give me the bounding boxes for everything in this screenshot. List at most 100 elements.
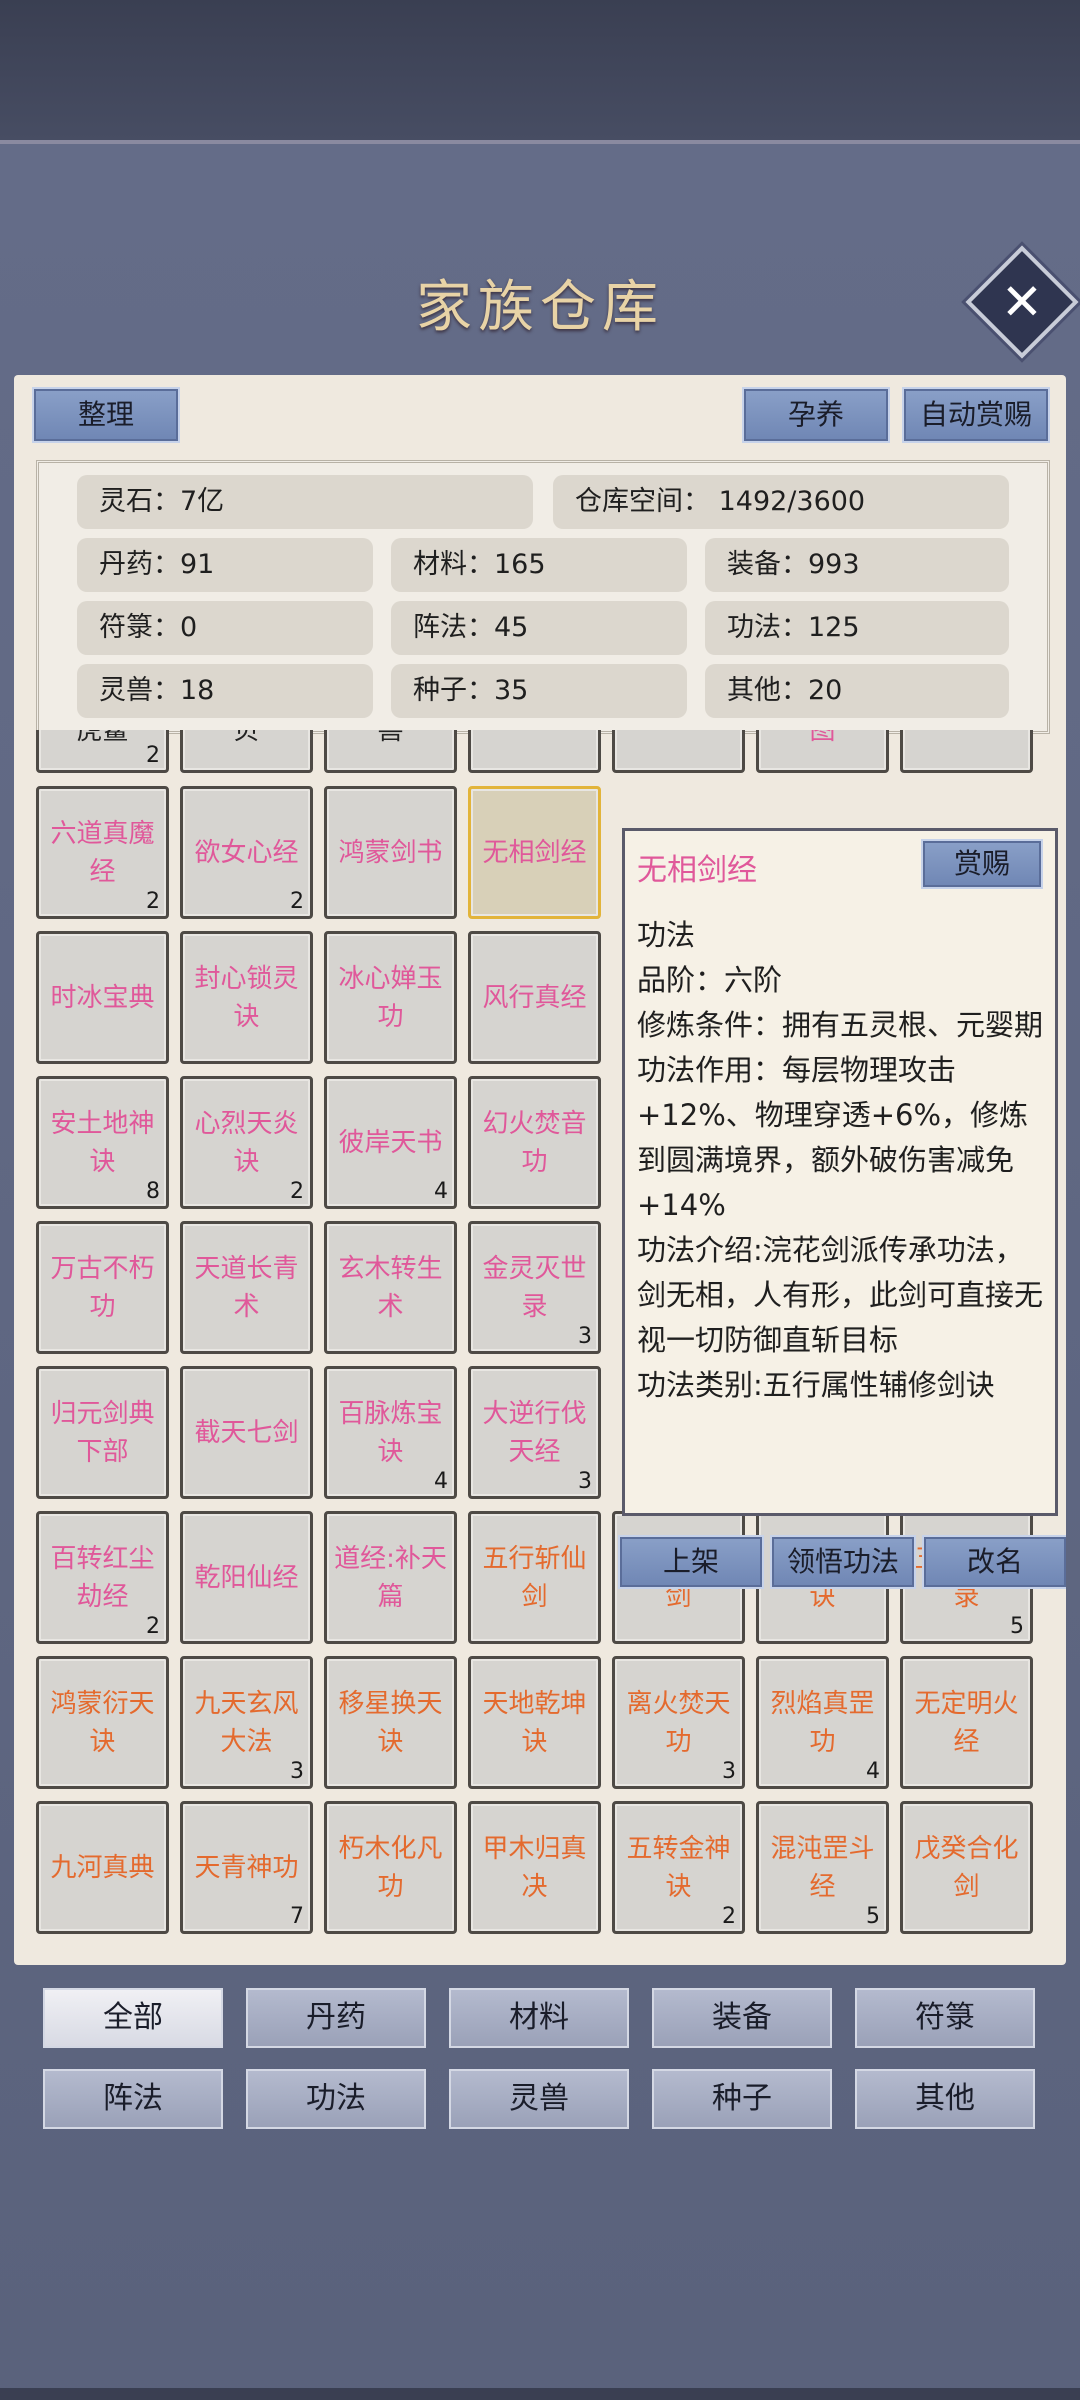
item-name: 冰心婵玉功 bbox=[338, 963, 443, 1032]
tab-7[interactable]: 灵兽 bbox=[449, 2069, 629, 2129]
item-count: 2 bbox=[722, 1904, 736, 1929]
item-name: 离火焚天功 bbox=[626, 1688, 731, 1757]
item-name: 鸿蒙剑书 bbox=[338, 837, 443, 868]
tab-0[interactable]: 全部 bbox=[43, 1988, 223, 2048]
close-icon: ✕ bbox=[1001, 273, 1043, 331]
item-slot[interactable]: 大逆行伐天经 3 bbox=[468, 1366, 601, 1499]
item-slot[interactable]: 归元剑典下部 bbox=[36, 1366, 169, 1499]
item-slot[interactable]: 虎鲨 2 bbox=[36, 730, 169, 773]
item-name: 鸿蒙衍天诀 bbox=[50, 1688, 155, 1757]
stat-beasts: 灵兽：18 bbox=[77, 664, 373, 718]
item-slot[interactable]: 风行真经 bbox=[468, 931, 601, 1064]
item-slot[interactable]: 贝 bbox=[180, 730, 313, 773]
shelve-button[interactable]: 上架 bbox=[618, 1535, 764, 1589]
item-count: 4 bbox=[866, 1759, 880, 1784]
reward-button[interactable]: 赏赐 bbox=[921, 839, 1043, 889]
item-slot[interactable]: 道经:补天篇 bbox=[324, 1511, 457, 1644]
item-slot[interactable]: 五行斩仙剑 bbox=[468, 1511, 601, 1644]
item-slot[interactable] bbox=[612, 730, 745, 773]
item-name: 截天七剑 bbox=[194, 1417, 299, 1448]
item-slot[interactable]: 无相剑经 bbox=[468, 786, 601, 919]
item-slot[interactable]: 鸿蒙衍天诀 bbox=[36, 1656, 169, 1789]
item-slot[interactable]: 时冰宝典 bbox=[36, 931, 169, 1064]
item-slot[interactable]: 冰心婵玉功 bbox=[324, 931, 457, 1064]
auto-reward-button[interactable]: 自动赏赐 bbox=[902, 387, 1050, 443]
item-slot[interactable]: 心烈天炎诀 2 bbox=[180, 1076, 313, 1209]
item-name: 幻火焚音功 bbox=[482, 1108, 587, 1177]
item-slot[interactable]: 混沌罡斗经 5 bbox=[756, 1801, 889, 1934]
item-name: 道经:补天篇 bbox=[334, 1543, 447, 1612]
item-count: 2 bbox=[146, 1614, 160, 1639]
warehouse-panel: 整理 孕养 自动赏赐 灵石：7亿 仓库空间： 1492/3600 丹药：91 材… bbox=[14, 375, 1066, 1965]
item-slot[interactable]: 六道真魔经 2 bbox=[36, 786, 169, 919]
item-count: 5 bbox=[1010, 1614, 1024, 1639]
item-count: 2 bbox=[146, 743, 160, 768]
item-count: 2 bbox=[290, 889, 304, 914]
item-name: 贝 bbox=[233, 730, 260, 746]
item-name: 欲女心经 bbox=[194, 837, 299, 868]
tab-9[interactable]: 其他 bbox=[855, 2069, 1035, 2129]
item-name: 五行斩仙剑 bbox=[482, 1543, 587, 1612]
item-slot[interactable]: 截天七剑 bbox=[180, 1366, 313, 1499]
item-name: 乾阳仙经 bbox=[194, 1562, 299, 1593]
breed-button[interactable]: 孕养 bbox=[742, 387, 890, 443]
tab-2[interactable]: 材料 bbox=[449, 1988, 629, 2048]
tooltip-title: 无相剑经 bbox=[637, 853, 757, 888]
stat-spirit-stone: 灵石：7亿 bbox=[77, 475, 533, 529]
item-slot[interactable]: 安土地神诀 8 bbox=[36, 1076, 169, 1209]
stat-formations: 阵法：45 bbox=[391, 601, 687, 655]
item-slot[interactable]: 封心锁灵诀 bbox=[180, 931, 313, 1064]
item-slot[interactable]: 离火焚天功 3 bbox=[612, 1656, 745, 1789]
item-slot[interactable]: 天青神功 7 bbox=[180, 1801, 313, 1934]
item-name: 图 bbox=[809, 730, 836, 746]
item-name: 朽木化凡功 bbox=[338, 1833, 443, 1902]
item-slot[interactable]: 朽木化凡功 bbox=[324, 1801, 457, 1934]
item-slot[interactable]: 烈焰真罡功 4 bbox=[756, 1656, 889, 1789]
item-name: 风行真经 bbox=[482, 982, 587, 1013]
stat-pills: 丹药：91 bbox=[77, 538, 373, 592]
item-slot[interactable]: 幻火焚音功 bbox=[468, 1076, 601, 1209]
item-name bbox=[477, 730, 592, 770]
tab-1[interactable]: 丹药 bbox=[246, 1988, 426, 2048]
item-count: 4 bbox=[434, 1469, 448, 1494]
item-slot[interactable]: 天地乾坤诀 bbox=[468, 1656, 601, 1789]
item-name bbox=[621, 730, 736, 770]
item-slot[interactable]: 玄木转生术 bbox=[324, 1221, 457, 1354]
comprehend-button[interactable]: 领悟功法 bbox=[770, 1535, 916, 1589]
item-slot[interactable]: 金灵灭世录 3 bbox=[468, 1221, 601, 1354]
tab-5[interactable]: 阵法 bbox=[43, 2069, 223, 2129]
item-slot[interactable]: 彼岸天书 4 bbox=[324, 1076, 457, 1209]
item-slot[interactable] bbox=[900, 730, 1033, 773]
item-name: 封心锁灵诀 bbox=[194, 963, 299, 1032]
item-slot[interactable]: 欲女心经 2 bbox=[180, 786, 313, 919]
item-slot[interactable]: 九河真典 bbox=[36, 1801, 169, 1934]
item-slot[interactable]: 鸿蒙剑书 bbox=[324, 786, 457, 919]
tab-8[interactable]: 种子 bbox=[652, 2069, 832, 2129]
stat-other: 其他：20 bbox=[705, 664, 1009, 718]
stat-storage: 仓库空间： 1492/3600 bbox=[553, 475, 1009, 529]
item-name: 百脉炼宝诀 bbox=[338, 1398, 443, 1467]
tab-6[interactable]: 功法 bbox=[246, 2069, 426, 2129]
sort-button[interactable]: 整理 bbox=[32, 387, 180, 443]
item-count: 3 bbox=[578, 1469, 592, 1494]
tab-4[interactable]: 符箓 bbox=[855, 1988, 1035, 2048]
rename-button[interactable]: 改名 bbox=[922, 1535, 1066, 1589]
item-slot[interactable]: 万古不朽功 bbox=[36, 1221, 169, 1354]
item-slot[interactable]: 无定明火经 bbox=[900, 1656, 1033, 1789]
item-slot[interactable]: 九天玄风大法 3 bbox=[180, 1656, 313, 1789]
item-slot[interactable]: 天道长青术 bbox=[180, 1221, 313, 1354]
tab-3[interactable]: 装备 bbox=[652, 1988, 832, 2048]
item-slot[interactable]: 移星换天诀 bbox=[324, 1656, 457, 1789]
item-slot[interactable]: 五转金神诀 2 bbox=[612, 1801, 745, 1934]
item-slot[interactable]: 戊癸合化剑 bbox=[900, 1801, 1033, 1934]
item-name: 百转红尘劫经 bbox=[50, 1543, 155, 1612]
item-name: 戊癸合化剑 bbox=[914, 1833, 1019, 1902]
item-slot[interactable] bbox=[468, 730, 601, 773]
item-slot[interactable]: 百脉炼宝诀 4 bbox=[324, 1366, 457, 1499]
item-slot[interactable]: 甲木归真决 bbox=[468, 1801, 601, 1934]
item-slot[interactable]: 百转红尘劫经 2 bbox=[36, 1511, 169, 1644]
item-slot[interactable]: 图 bbox=[756, 730, 889, 773]
item-slot[interactable]: 兽 bbox=[324, 730, 457, 773]
item-slot[interactable]: 乾阳仙经 bbox=[180, 1511, 313, 1644]
item-name: 甲木归真决 bbox=[482, 1833, 587, 1902]
